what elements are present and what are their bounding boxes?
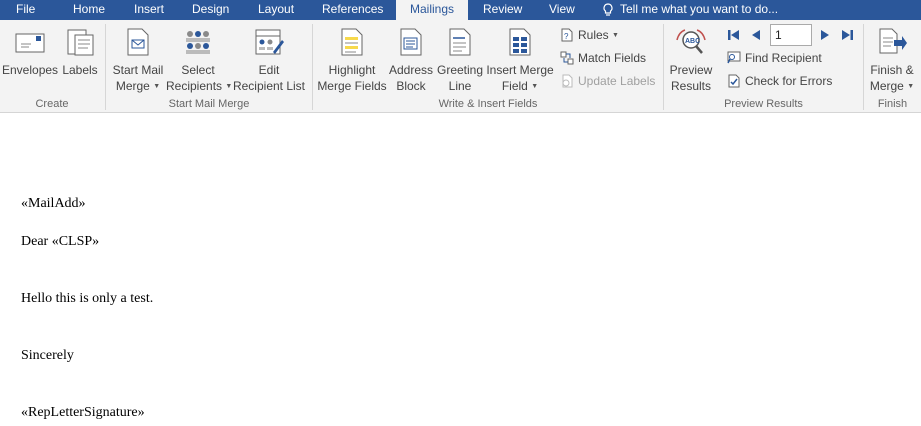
insert-merge-field-label-1: Insert Merge xyxy=(486,63,554,77)
ribbon-tab-bar: File Home Insert Design Layout Reference… xyxy=(0,0,921,20)
preview-results-label-2: Results xyxy=(670,79,711,93)
edit-recipient-list-label-1: Edit xyxy=(258,63,280,77)
preview-results-button[interactable]: ABC Preview Results xyxy=(667,24,715,96)
tab-home[interactable]: Home xyxy=(73,0,105,20)
match-fields-button[interactable]: Match Fields xyxy=(560,48,660,68)
document-area[interactable]: «MailAdd» Dear «CLSP» Hello this is only… xyxy=(0,114,921,426)
body-line[interactable]: Hello this is only a test. xyxy=(21,291,153,307)
insert-field-icon xyxy=(509,28,531,56)
finish-merge-label-2: Merge ▼ xyxy=(869,79,915,93)
tab-insert[interactable]: Insert xyxy=(134,0,164,20)
highlight-label-1: Highlight xyxy=(328,63,376,77)
edit-list-icon xyxy=(255,29,284,55)
insert-merge-field-button[interactable]: Insert Merge Field ▼ xyxy=(485,24,555,96)
group-label-preview-results: Preview Results xyxy=(724,98,803,110)
address-block-label-1: Address xyxy=(388,63,434,77)
chevron-down-icon: ▼ xyxy=(612,32,619,39)
envelopes-button[interactable]: Envelopes xyxy=(2,24,58,96)
find-recipient-button[interactable]: Find Recipient xyxy=(727,48,837,68)
check-for-errors-button[interactable]: Check for Errors xyxy=(727,71,842,91)
group-label-create: Create xyxy=(35,98,69,110)
highlight-merge-fields-button[interactable]: Highlight Merge Fields xyxy=(316,24,388,96)
update-labels-label: Update Labels xyxy=(578,74,656,88)
start-mail-merge-icon xyxy=(127,28,149,56)
merge-field-mailadd[interactable]: «MailAdd» xyxy=(21,196,86,212)
first-record-icon[interactable] xyxy=(727,28,741,42)
greeting-line-label-2: Line xyxy=(448,79,472,93)
start-mail-merge-label-2: Merge ▼ xyxy=(115,79,161,93)
finish-merge-label-1: Finish & xyxy=(870,63,914,77)
start-mail-merge-button[interactable]: Start Mail Merge ▼ xyxy=(110,24,166,96)
chevron-down-icon: ▼ xyxy=(153,83,161,90)
tab-mailings[interactable]: Mailings xyxy=(396,0,468,20)
rules-icon: ? xyxy=(561,28,573,42)
chevron-down-icon: ▼ xyxy=(531,83,539,90)
tab-view[interactable]: View xyxy=(549,0,575,20)
select-recipients-button[interactable]: Select Recipients ▼ xyxy=(166,24,233,96)
tab-references[interactable]: References xyxy=(322,0,383,20)
salutation-line[interactable]: Dear «CLSP» xyxy=(21,234,99,250)
tab-file[interactable]: File xyxy=(16,0,35,20)
match-fields-label: Match Fields xyxy=(578,51,647,65)
check-errors-icon xyxy=(728,74,740,88)
tell-me-text: Tell me what you want to do... xyxy=(620,2,779,16)
finish-merge-button[interactable]: Finish & Merge ▼ xyxy=(866,24,918,96)
preview-results-label-1: Preview xyxy=(669,63,713,77)
preview-results-icon: ABC xyxy=(676,29,706,54)
svg-text:ABC: ABC xyxy=(685,38,700,45)
envelopes-label: Envelopes xyxy=(2,63,59,77)
greeting-line-icon xyxy=(449,28,471,56)
highlight-fields-icon xyxy=(341,28,363,56)
highlight-label-2: Merge Fields xyxy=(317,79,387,93)
record-number-input[interactable] xyxy=(770,24,812,46)
tab-design[interactable]: Design xyxy=(192,0,229,20)
greeting-line-button[interactable]: Greeting Line xyxy=(435,24,485,96)
greeting-line-label-1: Greeting xyxy=(436,63,484,77)
tab-review[interactable]: Review xyxy=(483,0,522,20)
svg-text:?: ? xyxy=(564,32,569,41)
rules-button[interactable]: ? Rules ▼ xyxy=(560,25,650,45)
edit-recipient-list-button[interactable]: Edit Recipient List xyxy=(232,24,306,96)
group-label-start-mail-merge: Start Mail Merge xyxy=(168,98,250,110)
group-label-finish: Finish xyxy=(877,98,908,110)
next-record-icon[interactable] xyxy=(818,28,832,42)
find-recipient-icon xyxy=(727,51,741,64)
labels-icon xyxy=(67,29,94,56)
tab-layout[interactable]: Layout xyxy=(258,0,294,20)
edit-recipient-list-label-2: Recipient List xyxy=(232,79,306,93)
chevron-down-icon: ▼ xyxy=(907,83,915,90)
address-block-button[interactable]: Address Block xyxy=(388,24,434,96)
rules-label: Rules ▼ xyxy=(578,28,619,42)
address-block-label-2: Block xyxy=(396,79,426,93)
lightbulb-icon xyxy=(603,3,613,16)
closing-line[interactable]: Sincerely xyxy=(21,348,74,364)
labels-label: Labels xyxy=(62,63,98,77)
group-label-write-insert: Write & Insert Fields xyxy=(438,98,538,110)
previous-record-icon[interactable] xyxy=(749,28,763,42)
select-recipients-label-1: Select xyxy=(181,63,215,77)
labels-button[interactable]: Labels xyxy=(60,24,100,96)
insert-merge-field-label-2: Field ▼ xyxy=(501,79,539,93)
mailings-ribbon: Envelopes Labels Create Start Mail Merge… xyxy=(0,20,921,113)
finish-merge-icon xyxy=(879,28,907,54)
merge-field-signature[interactable]: «RepLetterSignature» xyxy=(21,405,145,421)
recipients-icon xyxy=(186,31,210,54)
find-recipient-label: Find Recipient xyxy=(745,51,822,65)
last-record-icon[interactable] xyxy=(840,28,854,42)
check-errors-label: Check for Errors xyxy=(745,74,833,88)
match-fields-icon xyxy=(560,51,574,65)
envelope-icon xyxy=(15,33,45,53)
update-labels-icon xyxy=(562,74,573,88)
select-recipients-label-2: Recipients ▼ xyxy=(166,79,233,93)
address-block-icon xyxy=(400,28,422,56)
update-labels-button[interactable]: Update Labels xyxy=(560,71,660,91)
start-mail-merge-label-1: Start Mail xyxy=(112,63,164,77)
